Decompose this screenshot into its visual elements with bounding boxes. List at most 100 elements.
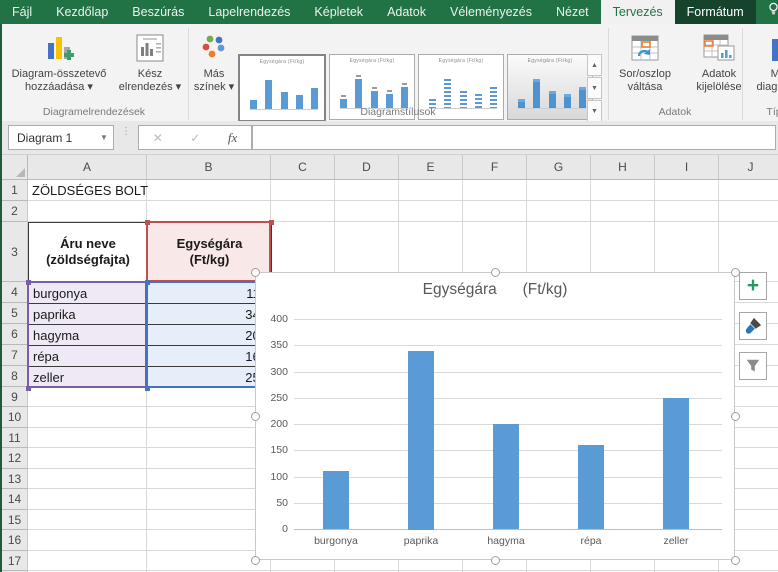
row-header-4[interactable]: 4 bbox=[2, 282, 28, 303]
tab-label: Képletek bbox=[314, 5, 363, 19]
chart-styles-button[interactable] bbox=[739, 312, 767, 340]
range-handle[interactable] bbox=[26, 280, 31, 285]
row-header-11[interactable]: 11 bbox=[2, 428, 28, 448]
row-header-2[interactable]: 2 bbox=[2, 201, 28, 222]
column-header-C[interactable]: C bbox=[271, 155, 335, 180]
row-header-15[interactable]: 15 bbox=[2, 510, 28, 530]
chart-bar-répa[interactable] bbox=[578, 445, 604, 529]
column-header-E[interactable]: E bbox=[399, 155, 463, 180]
insert-function-icon[interactable]: fx bbox=[228, 130, 237, 146]
range-handle[interactable] bbox=[145, 220, 150, 225]
chart-ytick-0: 0 bbox=[256, 523, 288, 535]
tab-kezdőlap[interactable]: Kezdőlap bbox=[44, 0, 120, 24]
chart-resize-handle[interactable] bbox=[731, 556, 740, 565]
column-header-H[interactable]: H bbox=[591, 155, 655, 180]
chart-elements-button[interactable]: + bbox=[739, 272, 767, 300]
change-colors-button[interactable]: Másszínek ▾ bbox=[191, 28, 237, 104]
tab-label: Beszúrás bbox=[132, 5, 184, 19]
gallery-scroll-up-button[interactable]: ▲ bbox=[587, 54, 602, 76]
chart-filters-button[interactable] bbox=[739, 352, 767, 380]
tab-véleményezés[interactable]: Véleményezés bbox=[438, 0, 544, 24]
chart-resize-handle[interactable] bbox=[731, 268, 740, 277]
add-chart-element-button[interactable]: Diagram-összetevőhozzáadása ▾ bbox=[2, 28, 116, 104]
chart-object[interactable]: Egységára (Ft/kg) 0501001502002503003504… bbox=[255, 272, 735, 560]
column-header-F[interactable]: F bbox=[463, 155, 527, 180]
change-chart-type-button[interactable]: Másdiagram... bbox=[746, 28, 778, 104]
name-box[interactable]: Diagram 1 ▼ bbox=[8, 125, 114, 150]
column-header-D[interactable]: D bbox=[335, 155, 399, 180]
chart-bar-burgonya[interactable] bbox=[323, 471, 349, 529]
chart-resize-handle[interactable] bbox=[251, 412, 260, 421]
row-header-10[interactable]: 10 bbox=[2, 407, 28, 428]
value-range-B4-B8[interactable] bbox=[146, 281, 272, 388]
tab-tervezés[interactable]: Tervezés bbox=[601, 0, 675, 24]
row-header-7[interactable]: 7 bbox=[2, 345, 28, 366]
tab-adatok[interactable]: Adatok bbox=[375, 0, 438, 24]
tab-label: Nézet bbox=[556, 5, 589, 19]
row-header-1[interactable]: 1 bbox=[2, 180, 28, 201]
row-header-13[interactable]: 13 bbox=[2, 469, 28, 489]
select-data-button[interactable]: Adatokkijelölése bbox=[682, 28, 756, 104]
range-handle[interactable] bbox=[269, 220, 274, 225]
tab-képletek[interactable]: Képletek bbox=[302, 0, 375, 24]
row-header-8[interactable]: 8 bbox=[2, 366, 28, 387]
column-header-B[interactable]: B bbox=[147, 155, 271, 180]
thumbnail-bars bbox=[429, 72, 497, 109]
tab-nézet[interactable]: Nézet bbox=[544, 0, 601, 24]
row-header-14[interactable]: 14 bbox=[2, 489, 28, 510]
enter-icon[interactable]: ✓ bbox=[190, 131, 200, 145]
gallery-scroll-down-button[interactable]: ▼ bbox=[587, 77, 602, 99]
tab-fájl[interactable]: Fájl bbox=[0, 0, 44, 24]
column-header-I[interactable]: I bbox=[655, 155, 719, 180]
button-label: Más bbox=[194, 68, 234, 81]
chart-resize-handle[interactable] bbox=[491, 556, 500, 565]
range-handle[interactable] bbox=[26, 386, 31, 391]
chart-resize-handle[interactable] bbox=[251, 268, 260, 277]
row-header-3[interactable]: 3 bbox=[2, 222, 28, 282]
tab-label: Formátum bbox=[687, 5, 744, 19]
chart-bar-hagyma[interactable] bbox=[493, 424, 519, 529]
chart-resize-handle[interactable] bbox=[251, 556, 260, 565]
column-header-A[interactable]: A bbox=[28, 155, 147, 180]
formula-input[interactable] bbox=[252, 125, 776, 150]
row-header-6[interactable]: 6 bbox=[2, 324, 28, 345]
group-label-data: Adatok bbox=[608, 106, 742, 118]
switch-row-column-button[interactable]: Sor/oszlopváltása bbox=[611, 28, 679, 104]
tab-lapelrendezés[interactable]: Lapelrendezés bbox=[196, 0, 302, 24]
row-header-5[interactable]: 5 bbox=[2, 303, 28, 324]
name-box-dropdown-icon[interactable]: ▼ bbox=[95, 133, 113, 142]
row-header-16[interactable]: 16 bbox=[2, 530, 28, 551]
category-range-A4-A8[interactable] bbox=[27, 281, 147, 388]
chart-resize-handle[interactable] bbox=[491, 268, 500, 277]
row-header-17[interactable]: 17 bbox=[2, 551, 28, 571]
tab-formátum[interactable]: Formátum bbox=[675, 0, 756, 24]
chart-bar-paprika[interactable] bbox=[408, 351, 434, 530]
column-header-J[interactable]: J bbox=[719, 155, 778, 180]
chart-resize-handle[interactable] bbox=[731, 412, 740, 421]
tab-művelet-[interactable]: Művelet.. bbox=[756, 0, 778, 24]
tab-beszúrás[interactable]: Beszúrás bbox=[120, 0, 196, 24]
button-label: Kész bbox=[119, 68, 181, 81]
chart-bar-zeller[interactable] bbox=[663, 398, 689, 529]
tab-label: Kezdőlap bbox=[56, 5, 108, 19]
column-header-G[interactable]: G bbox=[527, 155, 591, 180]
chart-ytick-400: 400 bbox=[256, 313, 288, 325]
thumbnail-bar bbox=[401, 87, 408, 108]
chart-title[interactable]: Egységára (Ft/kg) bbox=[256, 281, 734, 299]
row-header-9[interactable]: 9 bbox=[2, 387, 28, 407]
button-label: kijelölése bbox=[696, 81, 741, 94]
quick-layout-button[interactable]: Készelrendezés ▾ bbox=[118, 28, 182, 104]
excel-window: Fájl Kezdőlap Beszúrás Lapelrendezés Képlete… bbox=[0, 0, 778, 572]
cell-A1[interactable]: ZÖLDSÉGES BOLT bbox=[32, 180, 182, 200]
select-all-corner[interactable] bbox=[2, 155, 28, 180]
range-handle[interactable] bbox=[145, 280, 150, 285]
range-handle[interactable] bbox=[145, 386, 150, 391]
button-label: Más bbox=[757, 68, 778, 81]
thumbnail-bar bbox=[490, 87, 497, 108]
cancel-icon[interactable]: ✕ bbox=[153, 131, 163, 145]
row-header-12[interactable]: 12 bbox=[2, 448, 28, 469]
add-chart-element-icon bbox=[42, 30, 76, 66]
cell-A3[interactable]: Áru neve(zöldségfajta) bbox=[28, 222, 148, 282]
chart-gridline-350 bbox=[294, 345, 722, 346]
formula-bar-grip[interactable]: ⋮ bbox=[121, 129, 131, 134]
